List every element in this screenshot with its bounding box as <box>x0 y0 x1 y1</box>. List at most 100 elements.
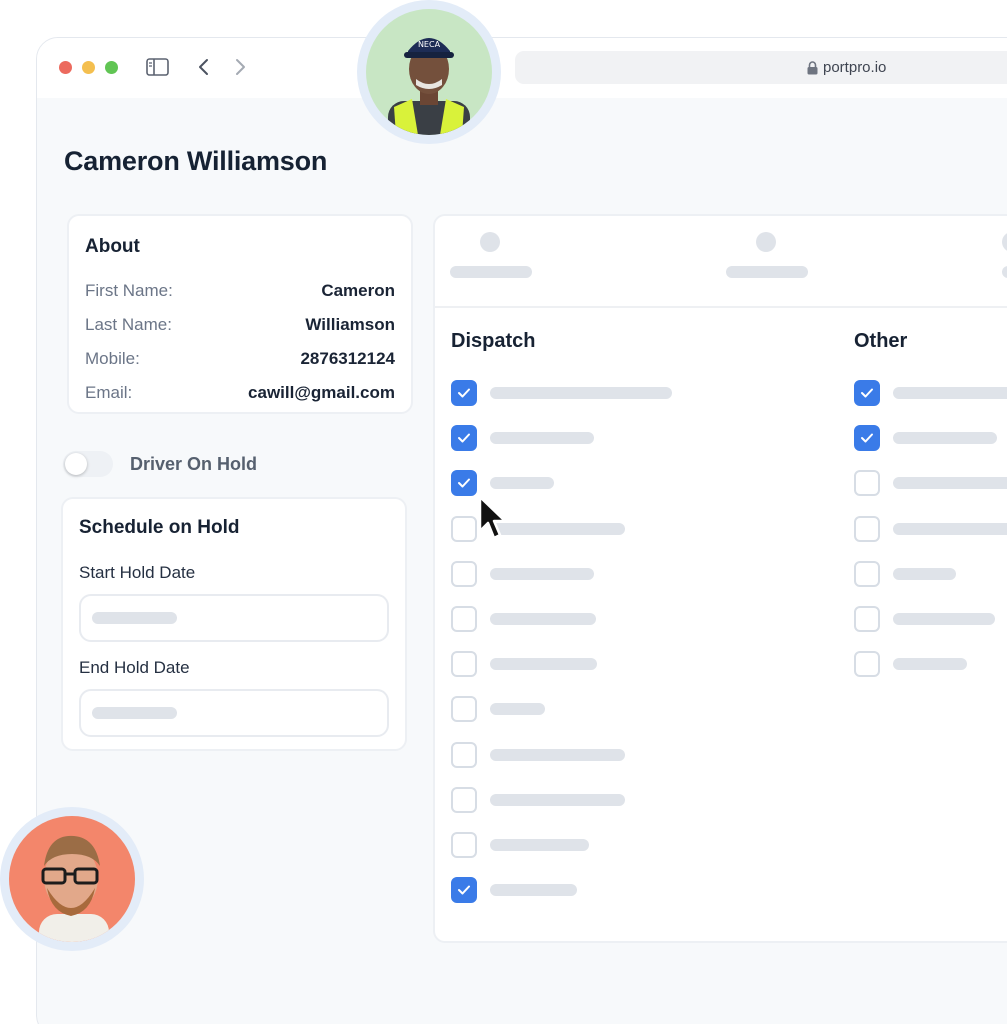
other-permission-row[interactable] <box>854 380 1007 406</box>
dispatch-permission-row[interactable] <box>451 877 691 904</box>
label-placeholder-bar <box>490 477 554 490</box>
label-placeholder-bar <box>490 793 625 806</box>
label-placeholder-bar <box>490 567 594 580</box>
mobile-value: 2876312124 <box>300 349 395 368</box>
dispatch-checkbox[interactable] <box>451 696 477 723</box>
address-url: portpro.io <box>823 59 887 76</box>
lock-icon <box>807 60 818 74</box>
last-name-label: Last Name: <box>85 315 172 334</box>
label-placeholder-bar <box>490 432 594 445</box>
tab-placeholder[interactable] <box>450 216 534 286</box>
browser-window: portpro.io Cameron Williamson About Firs… <box>36 37 1007 1024</box>
dispatch-permission-row[interactable] <box>451 696 691 723</box>
other-checkbox[interactable] <box>854 470 880 497</box>
dispatch-permission-row[interactable] <box>451 832 691 858</box>
driver-avatar-top: NECA <box>357 0 501 144</box>
dispatch-section-title: Dispatch <box>451 330 536 352</box>
dispatch-permission-row[interactable] <box>451 651 691 678</box>
label-placeholder-bar <box>490 613 596 625</box>
label-placeholder-bar <box>490 522 625 535</box>
other-section-title: Other <box>854 330 908 352</box>
dispatch-checkbox[interactable] <box>451 515 477 542</box>
label-placeholder-bar <box>490 703 545 716</box>
sidebar-toggle-icon[interactable] <box>146 58 169 76</box>
other-checkbox[interactable] <box>854 606 880 632</box>
dispatch-permission-row[interactable] <box>451 470 691 497</box>
input-placeholder-bar <box>92 612 177 624</box>
dispatch-checkbox[interactable] <box>451 832 477 858</box>
tab-placeholder[interactable] <box>726 216 810 286</box>
email-label: Email: <box>85 383 133 402</box>
other-checkbox[interactable] <box>854 380 880 406</box>
user-avatar-bottom <box>0 807 144 951</box>
label-placeholder-bar <box>490 387 672 399</box>
dispatch-checkbox[interactable] <box>451 606 477 632</box>
label-placeholder-bar <box>490 884 577 897</box>
first-name-label: First Name: <box>85 281 173 300</box>
other-permission-row[interactable] <box>854 515 1007 542</box>
browser-titlebar: portpro.io <box>37 38 1007 98</box>
end-hold-date-input[interactable] <box>79 689 389 737</box>
driver-on-hold-toggle[interactable] <box>63 451 113 477</box>
about-title: About <box>85 236 140 257</box>
address-bar[interactable]: portpro.io <box>515 51 1007 84</box>
other-permission-row[interactable] <box>854 651 1007 678</box>
other-permission-row[interactable] <box>854 560 1007 587</box>
page-title: Cameron Williamson <box>64 146 328 176</box>
dispatch-checkbox[interactable] <box>451 470 477 497</box>
dispatch-permission-row[interactable] <box>451 741 691 768</box>
about-card: About First Name: Cameron Last Name: Wil… <box>67 214 413 414</box>
minimize-window-button[interactable] <box>82 61 95 74</box>
driver-photo: NECA <box>366 9 492 135</box>
other-checkbox[interactable] <box>854 425 880 452</box>
about-row-first-name: First Name: Cameron <box>85 279 395 303</box>
start-hold-date-input[interactable] <box>79 594 389 642</box>
label-placeholder-bar <box>893 613 995 625</box>
label-placeholder-bar <box>893 522 1007 535</box>
chevron-right-icon[interactable] <box>233 58 247 76</box>
label-placeholder-bar <box>893 387 1007 399</box>
svg-text:NECA: NECA <box>418 40 441 49</box>
other-permission-row[interactable] <box>854 606 1007 632</box>
dispatch-checkbox[interactable] <box>451 560 477 587</box>
label-placeholder-bar <box>490 748 625 761</box>
dispatch-checkbox[interactable] <box>451 380 477 406</box>
first-name-value: Cameron <box>321 281 395 300</box>
dispatch-permission-row[interactable] <box>451 786 691 813</box>
chevron-left-icon[interactable] <box>197 58 211 76</box>
label-placeholder-bar <box>893 432 997 445</box>
input-placeholder-bar <box>92 707 177 719</box>
last-name-value: Williamson <box>305 315 395 334</box>
label-placeholder-bar <box>490 658 597 671</box>
email-value: cawill@gmail.com <box>248 383 395 402</box>
about-row-last-name: Last Name: Williamson <box>85 313 395 337</box>
maximize-window-button[interactable] <box>105 61 118 74</box>
mouse-cursor-icon <box>478 495 507 540</box>
user-photo <box>9 816 135 942</box>
dispatch-checkbox[interactable] <box>451 877 477 904</box>
dispatch-checkbox[interactable] <box>451 741 477 768</box>
label-placeholder-bar <box>893 477 1007 490</box>
other-permission-row[interactable] <box>854 425 1007 452</box>
close-window-button[interactable] <box>59 61 72 74</box>
label-placeholder-bar <box>893 658 967 671</box>
permissions-panel: Dispatch Other <box>433 214 1007 943</box>
dispatch-permission-row[interactable] <box>451 606 691 632</box>
dispatch-checkbox[interactable] <box>451 425 477 452</box>
dispatch-permission-row[interactable] <box>451 380 691 406</box>
about-row-email: Email: cawill@gmail.com <box>85 381 395 405</box>
dispatch-checkbox[interactable] <box>451 651 477 678</box>
other-permission-row[interactable] <box>854 470 1007 497</box>
dispatch-permission-row[interactable] <box>451 560 691 587</box>
start-hold-date-label: Start Hold Date <box>79 563 196 582</box>
label-placeholder-bar <box>490 839 589 851</box>
other-checkbox[interactable] <box>854 515 880 542</box>
dispatch-checkbox[interactable] <box>451 786 477 813</box>
mobile-label: Mobile: <box>85 349 140 368</box>
about-row-mobile: Mobile: 2876312124 <box>85 347 395 371</box>
other-checkbox[interactable] <box>854 651 880 678</box>
other-checkbox[interactable] <box>854 560 880 587</box>
divider <box>435 306 1007 308</box>
tab-placeholder[interactable] <box>1002 216 1007 286</box>
dispatch-permission-row[interactable] <box>451 425 691 452</box>
